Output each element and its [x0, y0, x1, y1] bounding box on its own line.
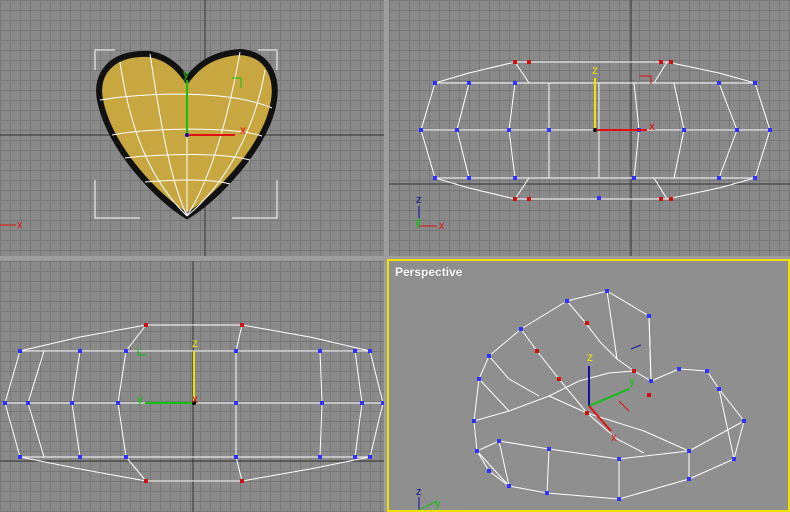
world-axis-y-label: y [415, 217, 421, 229]
world-axis-y-label: y [435, 498, 441, 510]
viewport-front[interactable]: z x z y x [389, 0, 790, 256]
gizmo-x-label: x [649, 119, 655, 133]
gizmo-z-label: z [592, 63, 598, 77]
world-axis-z-label: z [416, 486, 422, 498]
viewport-layout: y x x z x z y x z y x Perspective z y x … [0, 0, 790, 512]
viewport-top[interactable]: y x x [0, 0, 384, 256]
front-view-canvas[interactable]: z x z y x [389, 0, 790, 256]
transform-gizmo[interactable] [593, 75, 652, 132]
gizmo-x-label: x [611, 430, 617, 444]
gizmo-y-label: y [183, 67, 189, 81]
world-axis-x-label: x [439, 220, 445, 232]
perspective-view-canvas[interactable]: z y x z y [389, 261, 788, 510]
gizmo-z-label: z [192, 336, 198, 350]
world-axis-x-label: x [17, 219, 23, 231]
perspective-selected-vertices[interactable] [535, 321, 651, 415]
perspective-wireframe [473, 290, 745, 500]
viewport-perspective[interactable]: Perspective z y x z y [387, 259, 790, 512]
world-axis-z-label: z [416, 194, 422, 206]
top-view-canvas[interactable]: y x x [0, 0, 384, 256]
left-view-canvas[interactable]: z y x [0, 261, 384, 512]
gizmo-x-label: x [192, 392, 198, 406]
perspective-vertices[interactable] [472, 289, 746, 501]
gizmo-x-label: x [240, 123, 246, 137]
gizmo-y-label: y [137, 392, 143, 406]
gizmo-z-label: z [587, 350, 593, 364]
transform-gizmo[interactable] [588, 344, 642, 432]
transform-gizmo[interactable] [137, 347, 196, 405]
viewport-left[interactable]: z y x [0, 261, 384, 512]
gizmo-y-label: y [629, 374, 635, 388]
world-axis-icon [418, 206, 437, 227]
